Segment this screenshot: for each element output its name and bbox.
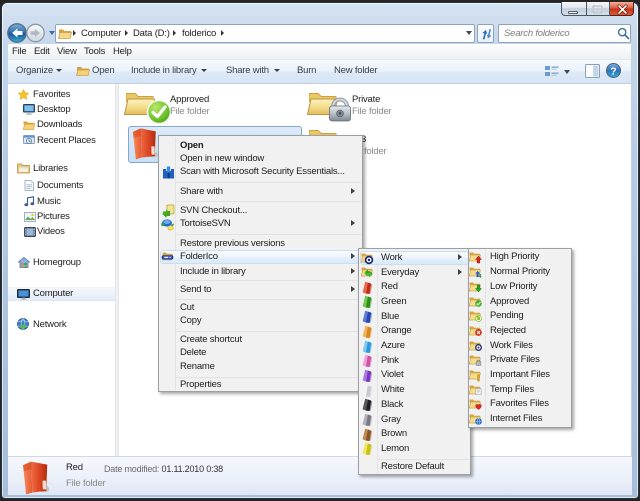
svg-text:?: ? — [610, 66, 616, 78]
